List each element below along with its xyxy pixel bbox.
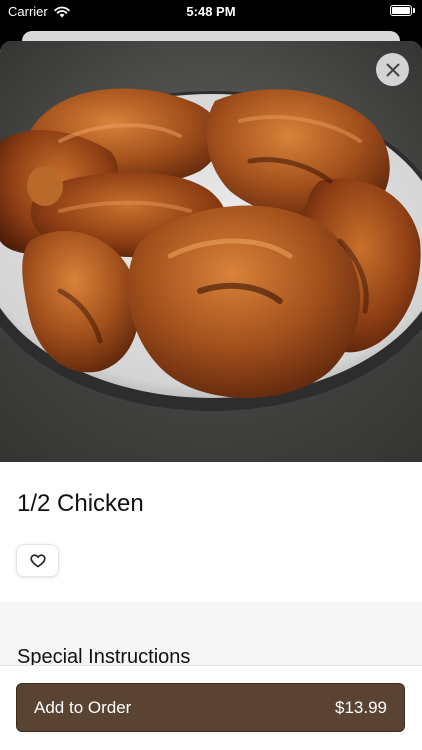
item-detail-sheet: 1/2 Chicken Special Instructions Add to … (0, 41, 422, 750)
favorite-button[interactable] (16, 544, 59, 577)
item-title: 1/2 Chicken (17, 490, 144, 517)
item-price: $13.99 (335, 697, 387, 717)
screen: Carrier 5:48 PM 1/2 Chicken Special Inst… (0, 0, 422, 750)
battery-icon (390, 5, 415, 16)
status-time: 5:48 PM (186, 4, 236, 19)
item-image (0, 41, 422, 462)
heart-icon (29, 553, 46, 567)
close-button[interactable] (376, 53, 409, 86)
add-to-order-label: Add to Order (34, 697, 132, 717)
add-to-order-button[interactable]: Add to Order $13.99 (16, 683, 405, 732)
order-footer: Add to Order $13.99 (0, 665, 422, 750)
close-icon (386, 63, 399, 76)
chicken-photo (0, 41, 422, 462)
status-bar: Carrier 5:48 PM (0, 0, 422, 24)
